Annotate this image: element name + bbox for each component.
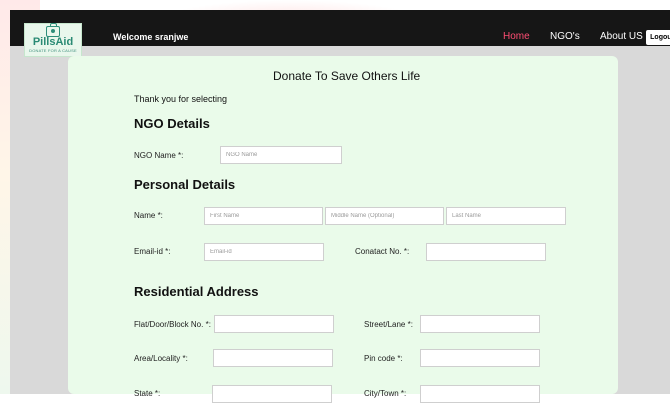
pincode-input[interactable] — [420, 349, 540, 367]
personal-details-heading: Personal Details — [134, 177, 236, 192]
residential-address-heading: Residential Address — [134, 284, 259, 299]
pillsaid-logo[interactable]: PillsAid DONATE FOR A CAUSE — [24, 23, 82, 57]
welcome-text: Welcome sranjwe — [113, 32, 189, 42]
top-navbar: PillsAid DONATE FOR A CAUSE Welcome sran… — [10, 10, 670, 57]
ngo-details-heading: NGO Details — [134, 116, 210, 131]
donation-form-card: Donate To Save Others Life Thank you for… — [68, 56, 618, 403]
city-input[interactable] — [420, 385, 540, 403]
thank-you-text: Thank you for selecting — [134, 94, 228, 104]
street-label: Street/Lane *: — [364, 320, 413, 329]
logout-button[interactable]: Logout — [646, 30, 670, 45]
logo-name: PillsAid — [32, 36, 74, 48]
contact-input[interactable] — [426, 243, 546, 261]
nav-home-link[interactable]: Home — [503, 31, 530, 42]
ngo-name-input[interactable] — [220, 146, 342, 164]
last-name-input[interactable] — [446, 207, 566, 225]
street-input[interactable] — [420, 315, 540, 333]
email-label: Email-id *: — [134, 247, 171, 256]
logo-tagline: DONATE FOR A CAUSE — [29, 48, 77, 53]
state-input[interactable] — [212, 385, 332, 403]
nav-ngos-link[interactable]: NGO's — [550, 31, 580, 42]
form-title: Donate To Save Others Life — [273, 69, 421, 83]
ngo-name-label: NGO Name *: — [134, 151, 184, 160]
nav-about-link[interactable]: About US — [600, 31, 643, 42]
contact-label: Conatact No. *: — [355, 247, 410, 256]
flat-label: Flat/Door/Block No. *: — [134, 320, 211, 329]
flat-input[interactable] — [214, 315, 334, 333]
email-input[interactable] — [204, 243, 324, 261]
pincode-label: Pin code *: — [364, 354, 403, 363]
middle-name-input[interactable] — [325, 207, 444, 225]
area-label: Area/Locality *: — [134, 354, 188, 363]
area-input[interactable] — [213, 349, 333, 367]
first-name-input[interactable] — [204, 207, 323, 225]
name-label: Name *: — [134, 211, 163, 220]
